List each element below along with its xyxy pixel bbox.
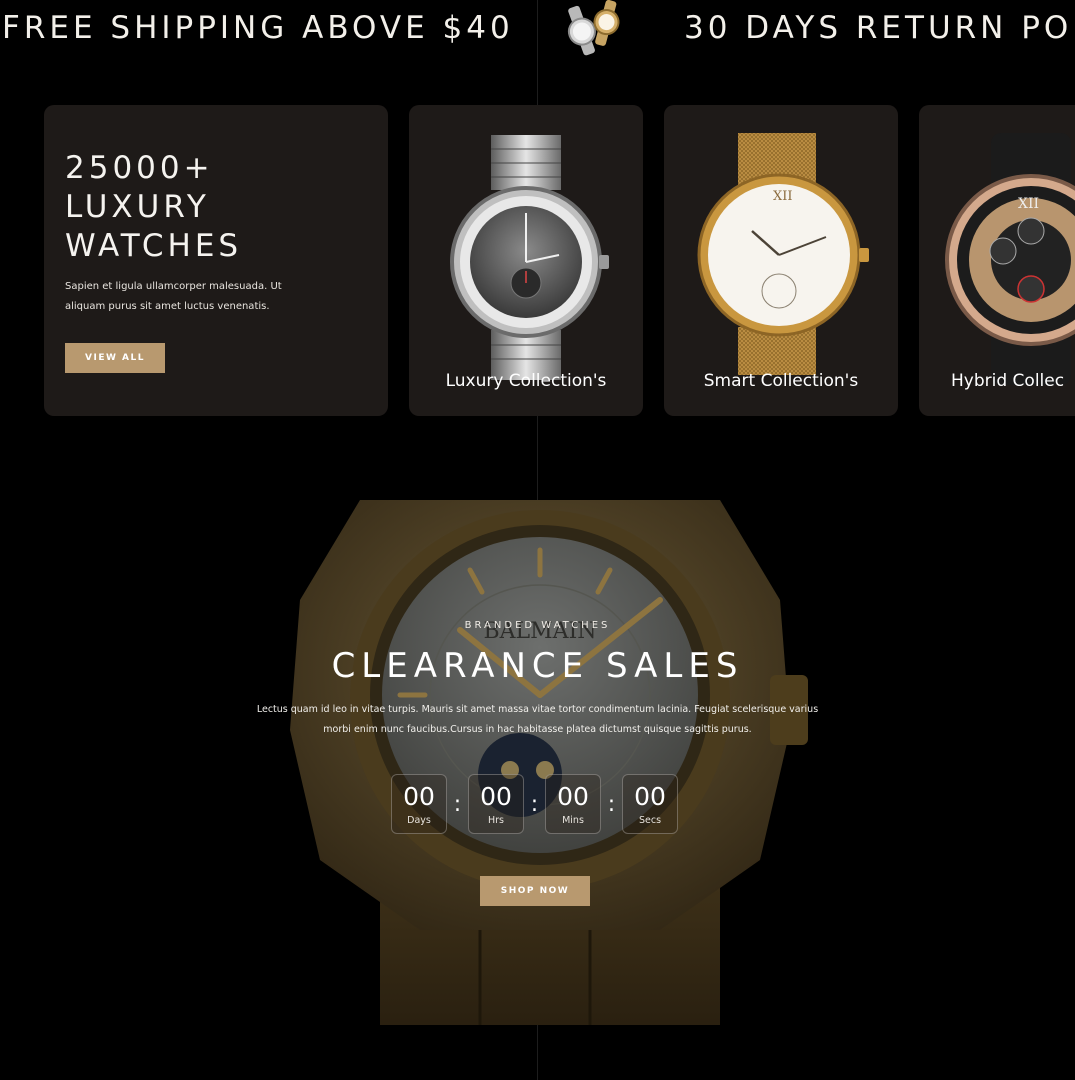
clearance-hero: BALMAIN BRANDED WATCHES CLEARANCE SALES … bbox=[0, 500, 1075, 1025]
countdown-separator: : bbox=[453, 791, 462, 817]
countdown-seconds: 00 Secs bbox=[622, 774, 678, 834]
hero-title: CLEARANCE SALES bbox=[331, 646, 744, 686]
countdown-unit: Secs bbox=[638, 814, 662, 826]
collection-card-luxury[interactable]: Luxury Collection's bbox=[409, 105, 643, 416]
countdown-value: 00 bbox=[557, 781, 589, 811]
silver-watch-icon bbox=[450, 135, 609, 380]
promo-title-line: 25000+ bbox=[65, 150, 214, 186]
countdown-value: 00 bbox=[480, 781, 512, 811]
hero-eyebrow: BRANDED WATCHES bbox=[464, 620, 611, 631]
countdown-minutes: 00 Mins bbox=[545, 774, 601, 834]
countdown-days: 00 Days bbox=[391, 774, 447, 834]
marquee-item-shipping: FREE SHIPPING ABOVE $40 bbox=[2, 10, 514, 46]
svg-text:XII: XII bbox=[773, 189, 793, 204]
marquee-item-returns: 30 DAYS RETURN POL bbox=[684, 10, 1075, 46]
page: FREE SHIPPING ABOVE $40 30 DAYS RETURN P… bbox=[0, 0, 1075, 1080]
countdown-value: 00 bbox=[634, 781, 666, 811]
collection-label: Luxury Collection's bbox=[445, 371, 607, 391]
countdown-timer: 00 Days : 00 Hrs : 00 Mins : 00 Secs bbox=[391, 773, 678, 835]
hero-description: Lectus quam id leo in vitae turpis. Maur… bbox=[256, 704, 819, 735]
promo-description: Sapien et ligula ullamcorper malesuada. … bbox=[65, 281, 282, 312]
watch-pair-icon bbox=[567, 0, 620, 56]
collection-card-hybrid[interactable]: XII Hybrid Collec bbox=[919, 105, 1075, 416]
countdown-hours: 00 Hrs bbox=[468, 774, 524, 834]
svg-text:XII: XII bbox=[1018, 196, 1039, 212]
promo-title-line: LUXURY bbox=[65, 189, 210, 225]
gold-mesh-watch-icon: XII bbox=[697, 133, 869, 375]
collection-label: Hybrid Collec bbox=[951, 371, 1065, 391]
promo-title: 25000+ LUXURY WATCHES bbox=[65, 149, 365, 266]
promo-title-line: WATCHES bbox=[65, 228, 243, 264]
hero-watch-image: BALMAIN bbox=[290, 500, 808, 1025]
countdown-unit: Mins bbox=[562, 814, 584, 826]
countdown-unit: Hrs bbox=[488, 814, 504, 826]
collection-label: Smart Collection's bbox=[703, 371, 859, 391]
chronograph-watch-icon: XII bbox=[945, 133, 1075, 385]
view-all-button[interactable]: VIEW ALL bbox=[65, 343, 165, 373]
countdown-value: 00 bbox=[403, 781, 435, 811]
shop-now-button[interactable]: SHOP NOW bbox=[480, 876, 590, 906]
announcement-marquee: FREE SHIPPING ABOVE $40 30 DAYS RETURN P… bbox=[0, 0, 1075, 60]
collection-card-smart[interactable]: XII Smart Collection's bbox=[664, 105, 898, 416]
countdown-separator: : bbox=[607, 791, 616, 817]
countdown-unit: Days bbox=[407, 814, 431, 826]
promo-card: 25000+ LUXURY WATCHES Sapien et ligula u… bbox=[44, 105, 388, 416]
countdown-separator: : bbox=[530, 791, 539, 817]
